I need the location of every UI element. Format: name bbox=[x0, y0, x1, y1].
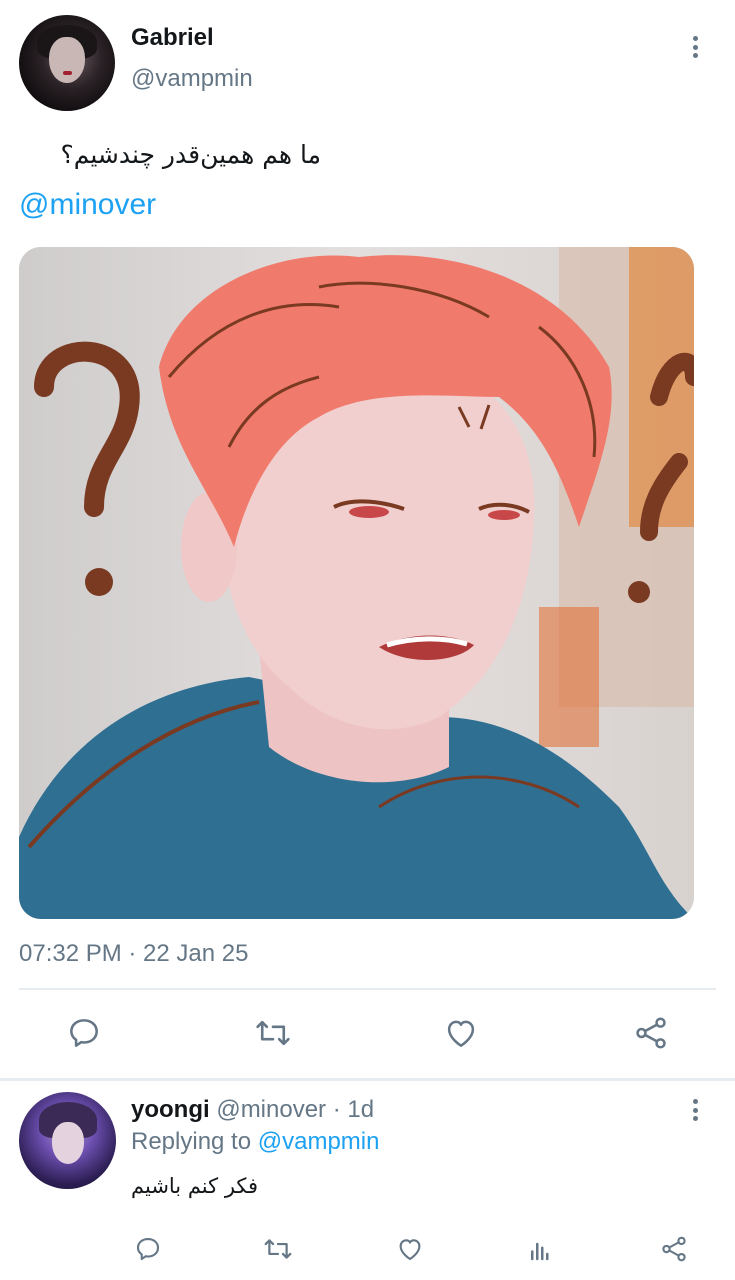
tweet-text: ما هم همین‌قدر چندشیم؟ bbox=[60, 140, 321, 169]
replying-to: Replying to @vampmin bbox=[131, 1128, 379, 1156]
share-icon[interactable] bbox=[656, 1231, 692, 1267]
mention-link[interactable]: @minover bbox=[19, 188, 156, 222]
replying-to-link[interactable]: @vampmin bbox=[258, 1128, 380, 1155]
retweet-icon[interactable] bbox=[250, 1010, 296, 1056]
comment-icon[interactable] bbox=[130, 1231, 166, 1267]
replying-prefix: Replying to bbox=[131, 1128, 252, 1155]
reply-author-handle[interactable]: @minover bbox=[216, 1096, 326, 1123]
retweet-icon[interactable] bbox=[260, 1231, 296, 1267]
tweet-image[interactable] bbox=[19, 247, 694, 919]
reply-text: فکر کنم باشیم bbox=[131, 1174, 259, 1198]
more-vertical-icon[interactable] bbox=[684, 32, 706, 62]
heart-icon[interactable] bbox=[392, 1231, 428, 1267]
main-tweet: Gabriel @vampmin ما هم همین‌قدر چندشیم؟ … bbox=[0, 0, 735, 1078]
divider bbox=[19, 988, 716, 990]
reply-tweet[interactable]: yoongi @minover · 1d Replying to @vampmi… bbox=[0, 1081, 735, 1280]
author-avatar[interactable] bbox=[19, 15, 115, 111]
author-name[interactable]: Gabriel bbox=[131, 24, 214, 52]
author-handle[interactable]: @vampmin bbox=[131, 65, 253, 93]
reply-author-avatar[interactable] bbox=[19, 1092, 116, 1189]
more-vertical-icon[interactable] bbox=[684, 1096, 706, 1124]
tweet-timestamp[interactable]: 07:32 PM · 22 Jan 25 bbox=[19, 940, 248, 968]
reply-header: yoongi @minover · 1d bbox=[131, 1096, 374, 1124]
heart-icon[interactable] bbox=[438, 1010, 484, 1056]
reply-actions bbox=[0, 1231, 735, 1267]
reply-author-name[interactable]: yoongi bbox=[131, 1096, 210, 1123]
share-icon[interactable] bbox=[628, 1010, 674, 1056]
comment-icon[interactable] bbox=[61, 1010, 107, 1056]
reply-age: · 1d bbox=[332, 1096, 375, 1123]
tweet-actions bbox=[0, 1010, 735, 1060]
analytics-icon[interactable] bbox=[523, 1231, 559, 1267]
